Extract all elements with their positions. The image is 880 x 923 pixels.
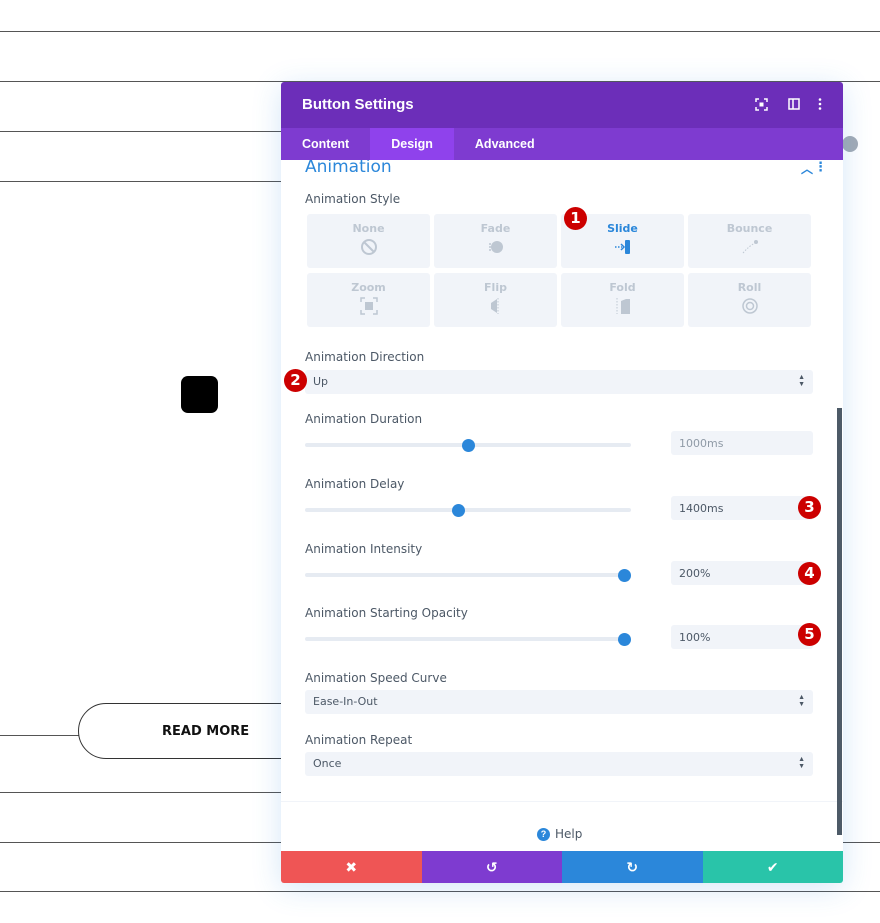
slider-handle[interactable] (462, 439, 475, 452)
select-arrows-icon: ▲ ▼ (798, 694, 805, 708)
slider-track (305, 637, 631, 641)
animation-starting-opacity-input[interactable]: 100% (671, 625, 813, 649)
annotation-badge: 4 (798, 562, 821, 585)
close-icon: ✖ (345, 858, 358, 875)
tab-design[interactable]: Design (370, 128, 454, 160)
split-view-icon[interactable] (786, 96, 802, 112)
background-content: YOUR TITLE GOES HE ur content goes here.… (0, 0, 282, 923)
roll-icon (741, 298, 758, 314)
animation-speed-curve-label: Animation Speed Curve (305, 671, 447, 685)
redo-icon: ↻ (626, 858, 639, 875)
undo-button[interactable]: ↺ (421, 851, 562, 883)
button-settings-modal: Button Settings Content Design Advanced … (281, 82, 843, 883)
read-more-button[interactable]: READ MORE (78, 703, 282, 759)
modal-title: Button Settings (302, 96, 414, 113)
animation-duration-label: Animation Duration (305, 412, 423, 426)
tab-content[interactable]: Content (281, 128, 370, 160)
section-menu-icon[interactable]: ⋮ (814, 160, 827, 175)
animation-repeat-select[interactable]: Once ▲ ▼ (305, 752, 813, 776)
slider-track (305, 573, 631, 577)
fold-icon (616, 298, 630, 314)
modal-tabs: Content Design Advanced (281, 128, 843, 160)
slider-handle[interactable] (452, 504, 466, 517)
style-option-fade[interactable]: Fade (434, 214, 557, 268)
annotation-badge: 1 (564, 207, 587, 230)
bounce-icon (742, 240, 758, 254)
help-link[interactable]: ? Help (537, 827, 582, 841)
page-divider (0, 891, 880, 892)
blurb-icon (181, 376, 218, 413)
select-arrows-icon: ▲ ▼ (798, 756, 805, 770)
settings-body: Animation ︿ ⋮ Animation Style None Fade … (281, 160, 843, 851)
annotation-badge: 5 (798, 623, 821, 646)
animation-intensity-input[interactable]: 200% (671, 561, 813, 585)
fade-icon (488, 241, 503, 253)
page-divider (0, 792, 282, 793)
slider-handle[interactable] (618, 633, 632, 646)
animation-intensity-label: Animation Intensity (305, 542, 423, 556)
none-icon (360, 239, 377, 255)
animation-repeat-label: Animation Repeat (305, 733, 413, 747)
modal-header[interactable]: Button Settings (281, 82, 843, 128)
slider-track (305, 508, 631, 512)
select-arrows-icon: ▲ ▼ (798, 374, 805, 388)
collapse-caret-icon[interactable]: ︿ (801, 160, 813, 177)
animation-speed-curve-select[interactable]: Ease-In-Out ▲ ▼ (305, 690, 813, 714)
animation-style-label: Animation Style (305, 192, 401, 206)
animation-duration-input[interactable]: 1000ms (671, 431, 813, 455)
section-title-animation[interactable]: Animation (305, 160, 392, 177)
animation-direction-select[interactable]: Up ▲ ▼ (305, 370, 813, 394)
animation-intensity-slider[interactable] (305, 568, 632, 582)
slide-icon (614, 240, 630, 254)
button-connector-line (0, 735, 79, 736)
animation-direction-label: Animation Direction (305, 350, 425, 364)
zoom-icon (359, 297, 378, 315)
style-option-none[interactable]: None (307, 214, 430, 268)
style-option-fold[interactable]: Fold (561, 273, 684, 327)
animation-starting-opacity-slider[interactable] (305, 632, 632, 646)
tab-advanced[interactable]: Advanced (454, 128, 556, 160)
style-option-zoom[interactable]: Zoom (307, 273, 430, 327)
annotation-badge: 2 (284, 369, 307, 392)
style-option-bounce[interactable]: Bounce (688, 214, 811, 268)
animation-starting-opacity-label: Animation Starting Opacity (305, 606, 468, 620)
fullscreen-icon[interactable] (753, 96, 769, 112)
globe-icon (842, 136, 858, 152)
undo-icon: ↺ (485, 858, 498, 875)
check-icon: ✔ (766, 858, 779, 875)
scrollbar[interactable] (837, 408, 842, 835)
style-option-flip[interactable]: Flip (434, 273, 557, 327)
help-icon: ? (537, 827, 550, 841)
animation-style-picker: None Fade Slide Bounce Zoom Flip Fold Ro… (307, 214, 811, 327)
animation-delay-input[interactable]: 1400ms (671, 496, 813, 520)
modal-actions: ✖ ↺ ↻ ✔ (281, 851, 843, 883)
save-button[interactable]: ✔ (702, 851, 843, 883)
cancel-button[interactable]: ✖ (281, 851, 422, 883)
flip-icon (490, 298, 498, 314)
more-options-icon[interactable] (812, 96, 828, 112)
animation-duration-slider[interactable] (305, 438, 631, 452)
animation-delay-slider[interactable] (305, 503, 631, 517)
animation-delay-label: Animation Delay (305, 477, 405, 491)
style-option-roll[interactable]: Roll (688, 273, 811, 327)
annotation-badge: 3 (798, 496, 821, 519)
slider-handle[interactable] (618, 569, 632, 582)
page-divider (843, 842, 880, 843)
redo-button[interactable]: ↻ (562, 851, 703, 883)
page-divider (0, 842, 282, 843)
footer-divider (281, 801, 843, 802)
